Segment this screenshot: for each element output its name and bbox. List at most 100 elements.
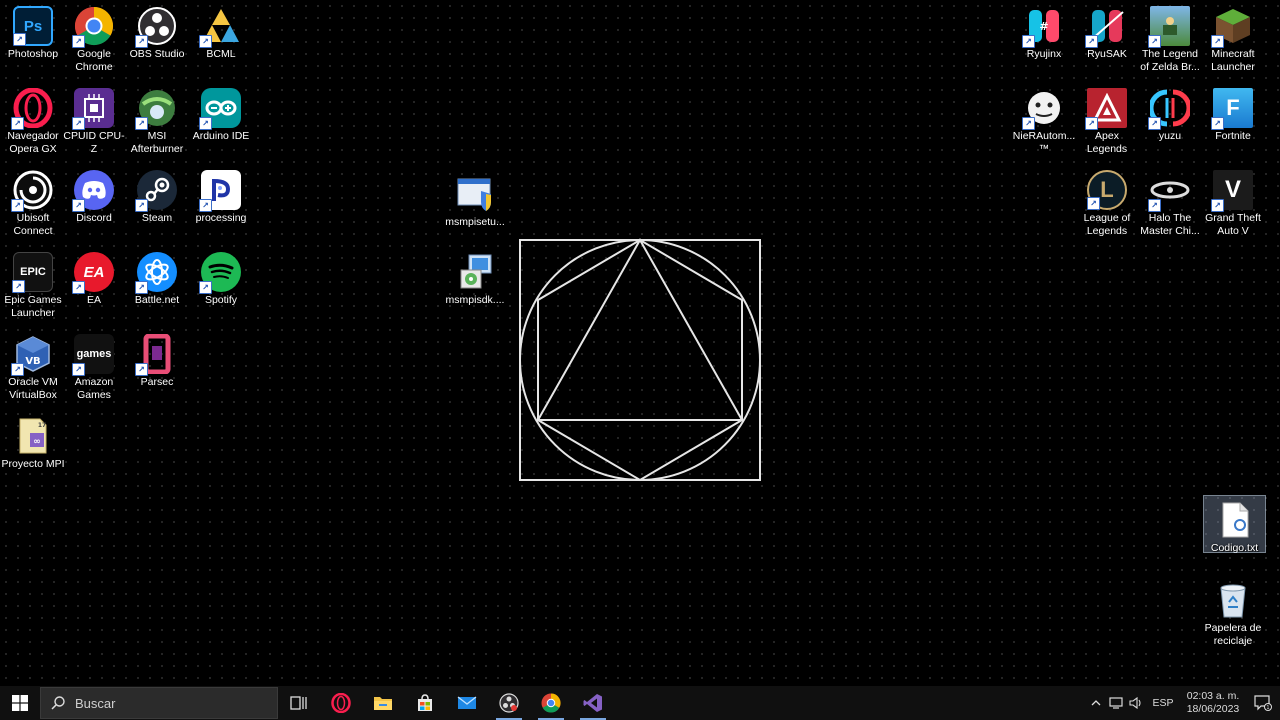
icon-label: Steam bbox=[141, 212, 173, 224]
desktop-icon-cpu-z[interactable]: ↗ CPUID CPU-Z bbox=[61, 82, 127, 156]
icon-label: Grand Theft Auto V bbox=[1205, 212, 1261, 237]
desktop-icon-halo[interactable]: ↗ Halo The Master Chi... bbox=[1137, 164, 1203, 238]
language-indicator[interactable]: ESP bbox=[1146, 697, 1180, 709]
desktop[interactable]: Ps ↗ Photoshop ↗ Google Chrome ↗ OBS Stud… bbox=[0, 0, 1280, 686]
opera-gx-icon: ↗ bbox=[11, 88, 53, 130]
taskbar-microsoft-store[interactable] bbox=[404, 686, 446, 720]
notification-icon: 1 bbox=[1254, 695, 1272, 711]
desktop-icon-virtualbox[interactable]: VB ↗ Oracle VM VirtualBox bbox=[0, 328, 66, 402]
opera-gx-icon bbox=[331, 693, 351, 713]
desktop-icon-msmpisdk[interactable]: msmpisdk.... bbox=[442, 246, 508, 307]
desktop-icon-codigo-txt[interactable]: Codigo.txt bbox=[1203, 495, 1266, 554]
desktop-icon-apex[interactable]: ↗ Apex Legends bbox=[1074, 82, 1140, 156]
taskbar-google-chrome[interactable] bbox=[530, 686, 572, 720]
taskbar-mail[interactable] bbox=[446, 686, 488, 720]
volume-button[interactable] bbox=[1126, 686, 1146, 720]
desktop-icon-ubisoft-connect[interactable]: ↗ Ubisoft Connect bbox=[0, 164, 66, 238]
icon-label: Codigo.txt bbox=[1210, 542, 1259, 554]
desktop-icon-minecraft[interactable]: ↗ Minecraft Launcher bbox=[1200, 0, 1266, 74]
taskbar-obs-studio[interactable] bbox=[488, 686, 530, 720]
desktop-icon-league[interactable]: L ↗ League of Legends bbox=[1074, 164, 1140, 238]
desktop-icon-discord[interactable]: ↗ Discord bbox=[61, 164, 127, 225]
desktop-icon-steam[interactable]: ↗ Steam bbox=[124, 164, 190, 225]
icon-label: Epic Games Launcher bbox=[4, 294, 62, 319]
notification-center-button[interactable]: 1 bbox=[1246, 695, 1280, 711]
chevron-up-icon bbox=[1091, 700, 1101, 706]
show-hidden-icons-button[interactable] bbox=[1086, 686, 1106, 720]
arduino-icon: ↗ bbox=[199, 88, 241, 130]
icon-label: msmpisdk.... bbox=[445, 294, 505, 306]
desktop-icon-arduino-ide[interactable]: ↗ Arduino IDE bbox=[188, 82, 254, 143]
icon-label: Spotify bbox=[204, 294, 238, 306]
search-placeholder: Buscar bbox=[75, 695, 116, 711]
desktop-icon-bcml[interactable]: ↗ BCML bbox=[188, 0, 254, 61]
icon-label: OBS Studio bbox=[129, 48, 185, 60]
ryujinx-icon: # ↗ bbox=[1022, 6, 1064, 48]
halo-icon: ↗ bbox=[1148, 170, 1190, 212]
clock[interactable]: 02:03 a. m. 18/06/2023 bbox=[1180, 690, 1246, 716]
clock-date: 18/06/2023 bbox=[1186, 703, 1240, 715]
network-icon bbox=[1109, 697, 1123, 709]
minecraft-icon: ↗ bbox=[1211, 6, 1253, 48]
obs-icon bbox=[499, 693, 519, 713]
desktop-icon-ryujinx[interactable]: # ↗ Ryujinx bbox=[1011, 0, 1077, 61]
icon-label: Arduino IDE bbox=[192, 130, 250, 142]
icon-label: Minecraft Launcher bbox=[1211, 48, 1255, 73]
icon-label: The Legend of Zelda Br... bbox=[1140, 48, 1200, 73]
desktop-icon-battlenet[interactable]: ↗ Battle.net bbox=[124, 246, 190, 307]
desktop-icon-gta-v[interactable]: V ↗ Grand Theft Auto V bbox=[1200, 164, 1266, 238]
obs-icon: ↗ bbox=[135, 6, 177, 48]
recycle-bin-icon bbox=[1213, 580, 1253, 620]
desktop-icon-msi-afterburner[interactable]: ↗ MSI Afterburner bbox=[124, 82, 190, 156]
icon-label: Amazon Games bbox=[74, 376, 114, 401]
visual-studio-project-icon: ∞ 17 bbox=[13, 416, 53, 456]
desktop-icon-fortnite[interactable]: F ↗ Fortnite bbox=[1200, 82, 1266, 143]
icon-label: Ryujinx bbox=[1026, 48, 1062, 60]
desktop-icon-amazon-games[interactable]: games ↗ Amazon Games bbox=[61, 328, 127, 402]
parsec-icon: ↗ bbox=[135, 334, 177, 376]
start-button[interactable] bbox=[0, 686, 40, 720]
desktop-icon-photoshop[interactable]: Ps ↗ Photoshop bbox=[0, 0, 66, 61]
desktop-icon-processing[interactable]: ↗ processing bbox=[188, 164, 254, 225]
icon-label: Battle.net bbox=[134, 294, 180, 306]
cpu-z-icon: ↗ bbox=[72, 88, 114, 130]
desktop-icon-proyecto-mpi[interactable]: ∞ 17 Proyecto MPI bbox=[0, 410, 66, 471]
taskbar-opera-gx[interactable] bbox=[320, 686, 362, 720]
desktop-icon-ea[interactable]: EA ↗ EA bbox=[61, 246, 127, 307]
league-icon: L ↗ bbox=[1087, 170, 1127, 210]
msi-installer-icon bbox=[455, 252, 495, 292]
apex-icon: ↗ bbox=[1085, 88, 1127, 130]
desktop-icon-spotify[interactable]: ↗ Spotify bbox=[188, 246, 254, 307]
desktop-icon-recycle-bin[interactable]: Papelera de reciclaje bbox=[1200, 574, 1266, 648]
network-button[interactable] bbox=[1106, 686, 1126, 720]
desktop-icon-ryusak[interactable]: ↗ RyuSAK bbox=[1074, 0, 1140, 61]
desktop-icon-nier[interactable]: ↗ NieRAutom... ™ bbox=[1011, 82, 1077, 156]
taskbar-search-box[interactable]: Buscar bbox=[40, 687, 278, 719]
icon-label: RyuSAK bbox=[1087, 48, 1127, 60]
desktop-icon-zelda[interactable]: ↗ The Legend of Zelda Br... bbox=[1137, 0, 1203, 74]
chrome-icon bbox=[541, 693, 561, 713]
zelda-icon: ↗ bbox=[1148, 6, 1190, 48]
mail-icon bbox=[457, 696, 477, 709]
svg-text:17: 17 bbox=[38, 422, 46, 429]
ubisoft-icon: ↗ bbox=[11, 170, 53, 212]
desktop-icon-parsec[interactable]: ↗ Parsec bbox=[124, 328, 190, 389]
nier-icon: ↗ bbox=[1022, 88, 1064, 130]
desktop-icon-msmpisetup[interactable]: msmpisetu... bbox=[442, 168, 508, 229]
gta-icon: V ↗ bbox=[1211, 170, 1253, 212]
icon-label: MSI Afterburner bbox=[130, 130, 184, 155]
icon-label: BCML bbox=[206, 48, 236, 60]
desktop-icon-obs-studio[interactable]: ↗ OBS Studio bbox=[124, 0, 190, 61]
icon-label: Ubisoft Connect bbox=[13, 212, 53, 237]
icon-label: msmpisetu... bbox=[445, 216, 505, 228]
icon-label: League of Legends bbox=[1083, 212, 1131, 237]
taskbar-visual-studio[interactable] bbox=[572, 686, 614, 720]
amazon-games-icon: games ↗ bbox=[72, 334, 114, 376]
desktop-icon-opera-gx[interactable]: ↗ Navegador Opera GX bbox=[0, 82, 66, 156]
desktop-icon-yuzu[interactable]: ↗ yuzu bbox=[1137, 82, 1203, 143]
desktop-icon-epic-games[interactable]: EPIC ↗ Epic Games Launcher bbox=[0, 246, 66, 320]
taskbar-file-explorer[interactable] bbox=[362, 686, 404, 720]
taskbar-task-view[interactable] bbox=[278, 686, 320, 720]
windows-logo-icon bbox=[12, 695, 28, 711]
desktop-icon-google-chrome[interactable]: ↗ Google Chrome bbox=[61, 0, 127, 74]
